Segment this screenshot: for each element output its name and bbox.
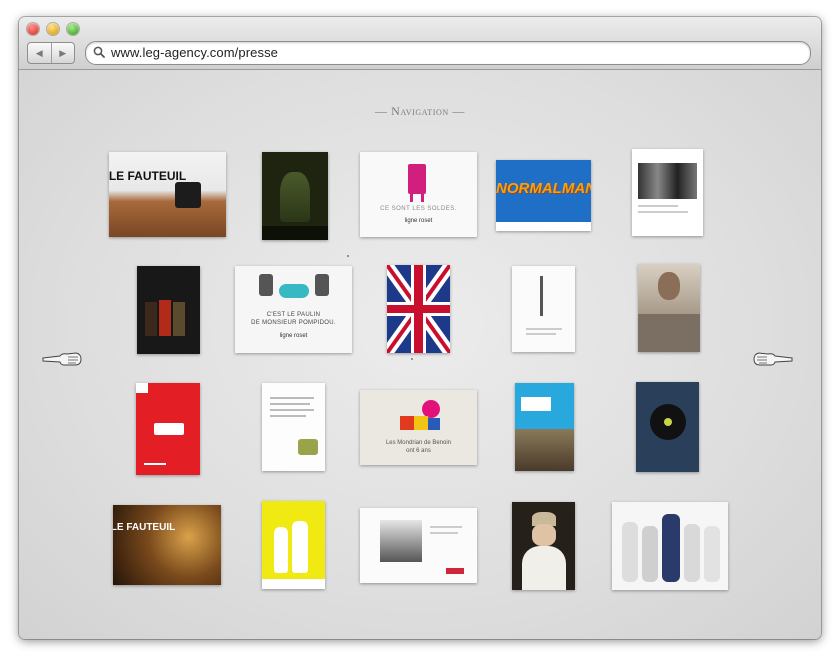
back-button[interactable]: ◀ bbox=[28, 43, 52, 63]
press-thumb-ligne-roset-paulin[interactable]: C'EST LE PAULIN DE MONSIEUR POMPIDOU. li… bbox=[235, 266, 352, 353]
press-thumb-man-portrait[interactable] bbox=[638, 264, 700, 352]
press-thumb-yellow-milk[interactable] bbox=[262, 501, 325, 589]
address-bar[interactable]: www.leg-agency.com/presse bbox=[85, 41, 811, 65]
history-buttons: ◀ ▶ bbox=[27, 42, 75, 64]
press-thumb-bw-group-photo[interactable] bbox=[632, 149, 703, 236]
press-thumb-athletes-group[interactable] bbox=[612, 502, 728, 590]
nav-title-text: Navigation bbox=[391, 104, 449, 118]
press-thumb-fauteuil-desk[interactable]: LE FAUTEUIL bbox=[109, 152, 226, 237]
press-thumb-mondrian[interactable]: Les Mondrian de Benoin ont 6 ans bbox=[360, 390, 477, 465]
press-thumb-queen-portrait[interactable] bbox=[512, 502, 575, 590]
press-thumb-union-jack[interactable] bbox=[387, 265, 450, 353]
press-thumb-ligne-roset-soldes[interactable]: CE SONT LES SOLDES. ligne roset bbox=[360, 152, 477, 237]
ad-caption-line-1: C'EST LE PAULIN bbox=[266, 312, 321, 318]
press-thumb-red-ad[interactable] bbox=[136, 383, 200, 475]
ad-caption-line-2: DE MONSIEUR POMPIDOU. bbox=[251, 320, 336, 326]
ad-headline: NORMALMAN bbox=[496, 180, 591, 197]
press-thumb-dark-bags[interactable] bbox=[137, 266, 200, 354]
press-thumb-nike-football[interactable] bbox=[262, 152, 328, 240]
next-page-hand-icon[interactable] bbox=[753, 350, 793, 368]
press-thumb-sketch-tower[interactable] bbox=[512, 266, 575, 352]
ad-headline: LE FAUTEUIL bbox=[109, 169, 187, 183]
browser-toolbar: ◀ ▶ www.leg-agency.com/presse bbox=[19, 17, 821, 70]
ad-caption-line-2: ont 6 ans bbox=[406, 448, 431, 454]
press-thumb-text-chair[interactable] bbox=[262, 383, 325, 471]
ad-headline: LE FAUTEUIL bbox=[113, 522, 176, 533]
forward-button[interactable]: ▶ bbox=[52, 43, 75, 63]
close-window-button[interactable] bbox=[27, 23, 39, 35]
url-text: www.leg-agency.com/presse bbox=[111, 45, 278, 60]
back-arrow-icon: ◀ bbox=[35, 47, 43, 58]
press-thumb-vinci-spread[interactable] bbox=[360, 508, 477, 583]
decorative-dot bbox=[411, 358, 413, 360]
ad-brand: ligne roset bbox=[404, 218, 433, 224]
union-jack-graphic bbox=[387, 265, 450, 353]
press-thumb-vinyl-record[interactable] bbox=[636, 382, 699, 472]
browser-window: ◀ ▶ www.leg-agency.com/presse — Navigati… bbox=[19, 17, 821, 639]
search-icon bbox=[93, 46, 105, 58]
press-thumb-blue-poster[interactable] bbox=[515, 383, 574, 471]
ad-caption: CE SONT LES SOLDES. bbox=[380, 206, 457, 212]
decorative-dot bbox=[347, 255, 349, 257]
previous-page-hand-icon[interactable] bbox=[42, 350, 82, 368]
zoom-window-button[interactable] bbox=[67, 23, 79, 35]
page-title: — Navigation — bbox=[374, 104, 466, 118]
ad-brand: ligne roset bbox=[279, 333, 308, 339]
ad-caption-line-1: Les Mondrian de Benoin bbox=[385, 440, 452, 446]
page-content: — Navigation — LE FAUTEUIL CE SONT LES S… bbox=[19, 70, 821, 639]
minimize-window-button[interactable] bbox=[47, 23, 59, 35]
press-thumb-fauteuil-desk-dark[interactable]: LE FAUTEUIL bbox=[113, 505, 221, 585]
press-thumb-normalman[interactable]: NORMALMAN bbox=[496, 160, 591, 231]
forward-arrow-icon: ▶ bbox=[59, 47, 67, 58]
